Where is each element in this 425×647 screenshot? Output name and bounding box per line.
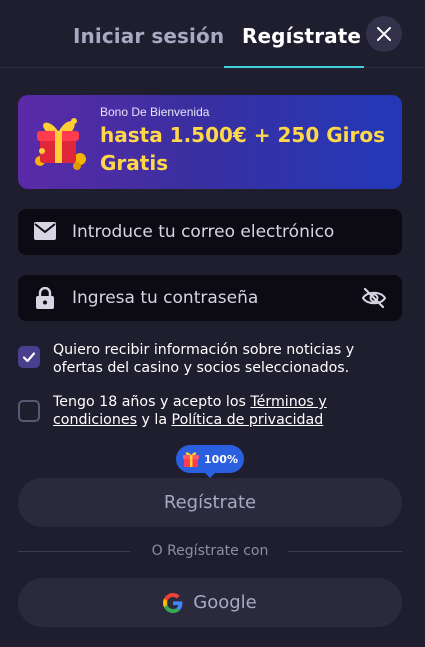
envelope-icon [34, 222, 56, 240]
social-divider: O Regístrate con [18, 543, 402, 561]
marketing-consent-checkbox[interactable] [18, 346, 40, 368]
bonus-subtitle: Bono De Bienvenida [100, 105, 210, 119]
bonus-badge: 100% [176, 445, 244, 473]
google-button-label: Google [193, 592, 257, 613]
terms-consent-checkbox[interactable] [18, 400, 40, 422]
lock-icon [36, 287, 54, 309]
bonus-title: hasta 1.500€ + 250 Giros Gratis [100, 123, 386, 175]
email-input[interactable] [72, 209, 362, 255]
active-tab-indicator [224, 66, 364, 68]
auth-tabs: Iniciar sesión Regístrate [0, 0, 425, 68]
gift-icon [35, 118, 86, 170]
google-signup-button[interactable]: Google [18, 578, 402, 627]
email-field-container [18, 209, 402, 255]
marketing-consent-label: Quiero recibir información sobre noticia… [53, 342, 355, 376]
password-input[interactable] [72, 275, 362, 321]
close-button[interactable] [366, 16, 402, 52]
close-icon [377, 27, 391, 41]
gift-icon [183, 452, 199, 467]
badge-text: 100% [204, 452, 238, 466]
eye-off-icon[interactable] [362, 287, 386, 309]
terms-text-before: Tengo 18 años y acepto los [53, 394, 251, 410]
tab-login[interactable]: Iniciar sesión [73, 24, 224, 48]
divider-line-right [288, 551, 402, 552]
checkmark-icon [22, 352, 36, 363]
tab-register[interactable]: Regístrate [242, 24, 361, 48]
terms-consent-label: Tengo 18 años y acepto los Términos y co… [53, 393, 402, 429]
privacy-link[interactable]: Política de privacidad [172, 412, 324, 428]
register-button[interactable]: Regístrate [18, 478, 402, 527]
password-field-container [18, 275, 402, 321]
google-icon [163, 592, 183, 613]
terms-text-middle: y la [136, 412, 172, 428]
welcome-bonus-banner: Bono De Bienvenida hasta 1.500€ + 250 Gi… [18, 95, 402, 189]
